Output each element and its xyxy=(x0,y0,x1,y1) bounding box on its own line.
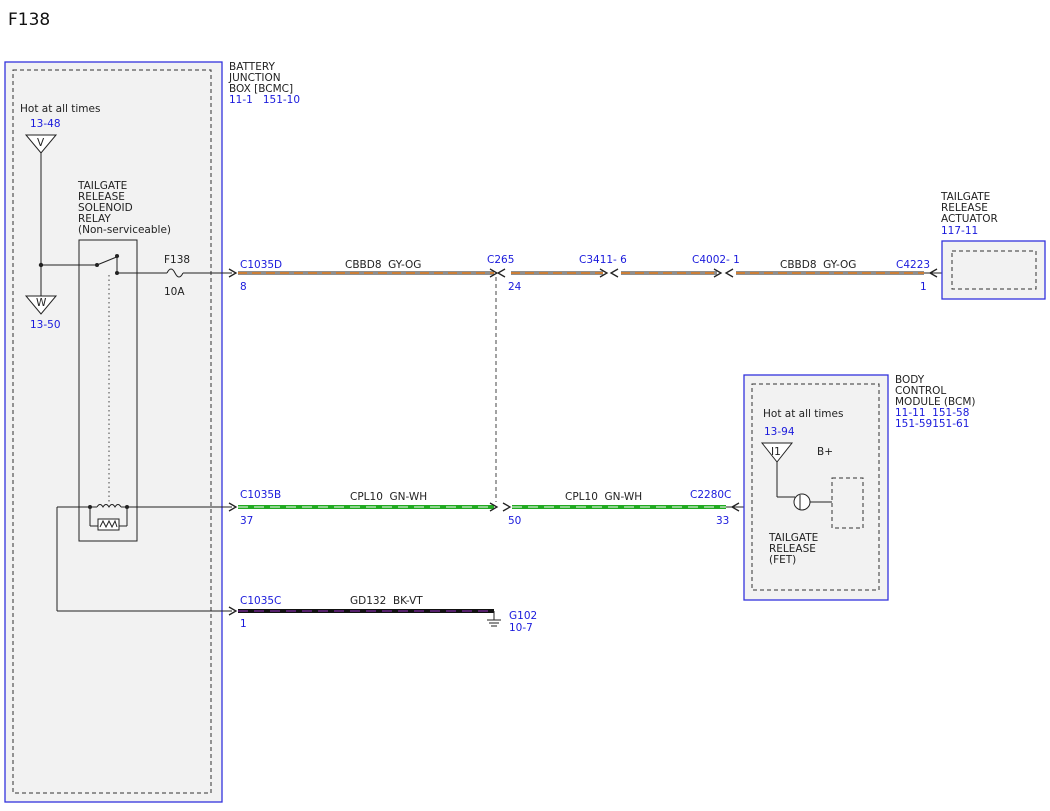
bcm-bplus: B+ xyxy=(817,446,833,458)
c3411-label[interactable]: C3411- 6 xyxy=(579,254,627,266)
wire-cpl10-b-label: CPL10 GN-WH xyxy=(565,491,642,503)
c1035c-label[interactable]: C1035C xyxy=(240,595,281,607)
relay-name-line-5: (Non-serviceable) xyxy=(78,224,171,236)
wiring-diagram: F138 BATTERY JUNCTION BOX [BCMC] 11-1 15… xyxy=(4,10,1046,803)
wire-gd132-label: GD132 BK-VT xyxy=(350,595,423,607)
fet-name-line-3: (FET) xyxy=(769,554,796,566)
c4002-arrow-out xyxy=(724,268,734,278)
mid-pin: 50 xyxy=(508,515,521,527)
terminal-i1-label: I1 xyxy=(771,446,781,458)
bjb-hot-label: Hot at all times xyxy=(20,103,100,115)
c1035c-pin: 1 xyxy=(240,618,247,630)
c3411-arrow-out xyxy=(609,268,619,278)
c2280c-pin: 33 xyxy=(716,515,729,527)
c265-label[interactable]: C265 xyxy=(487,254,514,266)
c1035b-pin: 37 xyxy=(240,515,253,527)
actuator-name-line-3: ACTUATOR xyxy=(941,213,998,225)
c1035d-label[interactable]: C1035D xyxy=(240,259,282,271)
c1035d-pin: 8 xyxy=(240,281,247,293)
g102-ref[interactable]: 10-7 xyxy=(509,622,533,634)
c4223-pin: 1 xyxy=(920,281,927,293)
terminal-w-label: W xyxy=(36,297,47,309)
bjb-hot-ref[interactable]: 13-48 xyxy=(30,118,61,130)
fuse-name: F138 xyxy=(164,254,190,266)
bjb-outer-border xyxy=(4,61,223,803)
wire-cbbd8-d-label: CBBD8 GY-OG xyxy=(780,259,856,271)
c265-arrow-out xyxy=(496,268,506,278)
actuator-box[interactable] xyxy=(941,240,1046,300)
actuator-ref[interactable]: 117-11 xyxy=(941,225,978,237)
c4002-label[interactable]: C4002- 1 xyxy=(692,254,740,266)
bjb-refs[interactable]: 11-1 151-10 xyxy=(229,94,300,106)
fet-icon xyxy=(793,493,811,511)
page-title: F138 xyxy=(8,10,50,30)
c1035b-label[interactable]: C1035B xyxy=(240,489,281,501)
c2280c-label[interactable]: C2280C xyxy=(690,489,731,501)
battery-junction-box[interactable] xyxy=(4,61,223,803)
c265-pin: 24 xyxy=(508,281,522,293)
c4223-label[interactable]: C4223 xyxy=(896,259,930,271)
fuse-rating: 10A xyxy=(164,286,185,298)
bcm-hot-ref[interactable]: 13-94 xyxy=(764,426,795,438)
wire-cpl10-a-label: CPL10 GN-WH xyxy=(350,491,427,503)
bjb-bottom-ref[interactable]: 13-50 xyxy=(30,319,61,331)
mid-arrow-out xyxy=(502,502,512,512)
terminal-v-label: V xyxy=(37,137,45,149)
bcm-hot-label: Hot at all times xyxy=(763,408,843,420)
wire-cbbd8-a-label: CBBD8 GY-OG xyxy=(345,259,421,271)
g102-label[interactable]: G102 xyxy=(509,610,537,622)
bcm-ref-line-2[interactable]: 151-59151-61 xyxy=(895,418,969,430)
